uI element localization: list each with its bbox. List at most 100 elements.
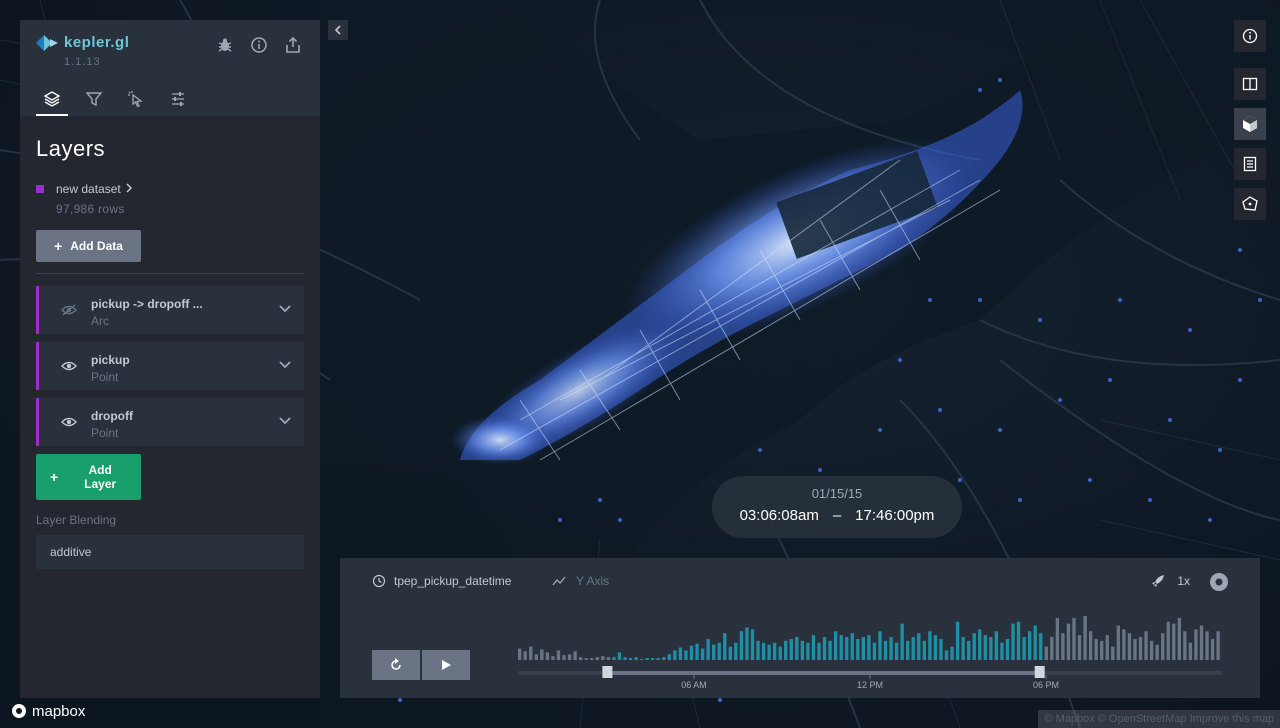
add-data-button[interactable]: + Add Data — [36, 230, 141, 262]
header-actions — [216, 36, 302, 54]
histogram-bar — [1044, 646, 1048, 660]
chevron-down-icon[interactable] — [278, 414, 292, 428]
draw-polygon-icon — [1242, 196, 1258, 211]
toggle-3d-button[interactable] — [1234, 108, 1266, 140]
histogram-bar — [800, 640, 805, 660]
histogram-bar — [1000, 642, 1004, 660]
histogram-bar — [889, 637, 893, 660]
histogram-bar — [1055, 617, 1060, 660]
histogram-bar — [734, 642, 738, 660]
histogram-bar — [1050, 637, 1054, 660]
histogram-bar — [717, 642, 721, 660]
rocket-icon — [1152, 575, 1165, 587]
histogram-bar — [556, 650, 561, 660]
histogram-bar — [1116, 625, 1121, 660]
eye-icon[interactable] — [61, 414, 77, 430]
histogram-bar — [1127, 633, 1132, 660]
info-icon[interactable] — [250, 36, 268, 54]
time-range-display: 01/15/15 03:06:08am – 17:46:00pm — [712, 476, 962, 538]
histogram-bar — [822, 637, 827, 660]
dataset-item[interactable]: new dataset — [36, 182, 304, 196]
histogram-bar — [833, 631, 838, 660]
time-histogram[interactable]: 06 AM 12 PM 06 PM — [518, 608, 1224, 692]
histogram-bar — [700, 648, 705, 660]
y-axis-selector[interactable]: Y Axis — [552, 574, 609, 588]
side-panel-header: kepler.gl 1.1.13 — [20, 20, 320, 116]
histogram-bar — [584, 658, 588, 660]
histogram-bar — [1149, 640, 1154, 660]
histogram-bar — [551, 656, 555, 660]
tab-interactions[interactable] — [120, 84, 152, 116]
layer-panel[interactable]: pickup -> dropoff ... Arc — [36, 286, 304, 334]
tab-map-style[interactable] — [162, 84, 194, 116]
range-handle-start[interactable] — [602, 666, 613, 678]
bug-report-icon[interactable] — [216, 36, 234, 54]
histogram-bar — [1039, 633, 1043, 660]
histogram-bar — [795, 637, 799, 660]
histogram-bar — [1133, 638, 1137, 660]
range-handle-end[interactable] — [1034, 666, 1045, 678]
histogram-bar — [994, 631, 999, 660]
y-axis-label: Y Axis — [576, 574, 610, 588]
panel-title: Layers — [36, 136, 106, 161]
histogram-bar — [772, 642, 777, 660]
collapse-panel-button[interactable] — [328, 20, 348, 40]
animation-toggle[interactable] — [1210, 573, 1228, 591]
histogram-bar — [739, 631, 744, 660]
add-layer-button[interactable]: + Add Layer — [36, 454, 141, 500]
time-field-name: tpep_pickup_datetime — [394, 574, 512, 588]
playback-speed[interactable]: 1x — [1151, 574, 1190, 588]
side-panel: kepler.gl 1.1.13 Layers new dataset 97,9… — [20, 20, 320, 698]
layers-icon — [44, 91, 60, 107]
layer-panel[interactable]: pickup Point — [36, 342, 304, 390]
chevron-down-icon[interactable] — [278, 358, 292, 372]
histogram-bar — [1105, 635, 1109, 660]
axis-tick-label: 06 AM — [681, 680, 707, 690]
histogram-bar — [545, 652, 550, 660]
reset-button[interactable] — [372, 650, 420, 680]
mapbox-logo[interactable]: mapbox — [10, 702, 85, 720]
histogram-bar — [1066, 623, 1071, 660]
map-attribution[interactable]: © Mapbox © OpenStreetMap Improve this ma… — [1038, 710, 1280, 728]
histogram-bar — [595, 657, 599, 660]
current-date: 01/15/15 — [811, 486, 863, 501]
histogram-bar — [639, 659, 644, 660]
eye-icon[interactable] — [61, 358, 77, 374]
layer-blending-select[interactable]: additive — [36, 535, 304, 569]
layer-panel[interactable]: dropoff Point — [36, 398, 304, 446]
histogram-bar — [1027, 631, 1032, 660]
divider — [36, 273, 304, 274]
legend-button[interactable] — [1234, 148, 1266, 180]
histogram-bar — [1216, 631, 1220, 660]
tab-filters[interactable] — [78, 84, 110, 116]
play-button[interactable] — [422, 650, 470, 680]
histogram-bar — [806, 642, 810, 660]
share-icon[interactable] — [284, 36, 302, 54]
histogram-bar — [828, 640, 832, 660]
histogram-bar — [617, 652, 622, 660]
tab-layers[interactable] — [36, 84, 68, 116]
plus-icon: + — [50, 469, 59, 485]
histogram-bar — [900, 623, 904, 660]
histogram-bar — [861, 637, 866, 660]
layer-type: Point — [91, 370, 119, 384]
time-separator: – — [832, 507, 842, 524]
draw-polygon-button[interactable] — [1234, 188, 1266, 220]
histogram-bar — [1100, 640, 1104, 660]
histogram-bar — [1005, 638, 1010, 660]
split-map-button[interactable] — [1234, 68, 1266, 100]
layer-name: pickup — [91, 353, 130, 367]
histogram-bar — [678, 647, 683, 660]
chevron-right-icon[interactable] — [125, 182, 133, 196]
histogram-bar — [867, 635, 871, 660]
chevron-down-icon[interactable] — [278, 302, 292, 316]
histogram-bar — [667, 654, 671, 660]
layer-blending-value: additive — [50, 545, 92, 559]
histogram-bar — [645, 658, 649, 660]
time-field-selector[interactable]: tpep_pickup_datetime — [372, 574, 511, 588]
map-info-button[interactable] — [1234, 20, 1266, 52]
split-map-icon — [1242, 77, 1258, 91]
histogram-bar — [944, 650, 949, 660]
axis-tick-label: 12 PM — [857, 680, 883, 690]
eye-off-icon[interactable] — [61, 302, 77, 318]
